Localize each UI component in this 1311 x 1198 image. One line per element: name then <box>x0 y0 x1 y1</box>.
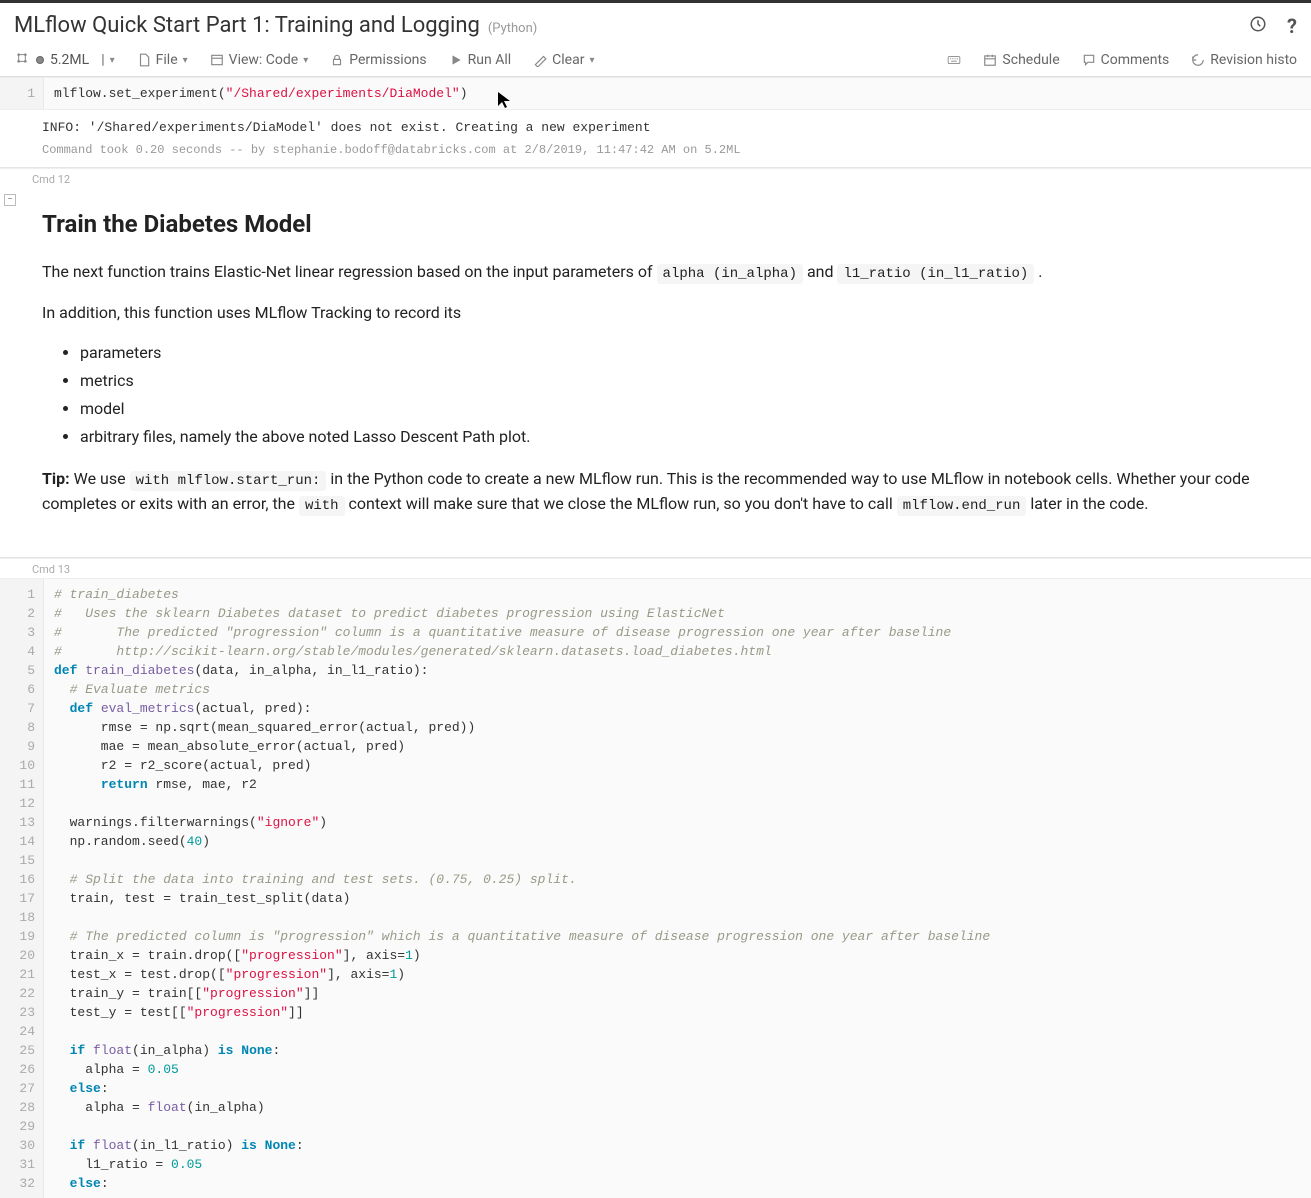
title-bar: MLflow Quick Start Part 1: Training and … <box>0 0 1311 46</box>
line-gutter: 1234567891011121314151617181920212223242… <box>0 579 44 1198</box>
cell-12: − Train the Diabetes Model The next func… <box>0 188 1311 558</box>
inline-code: mlflow.end_run <box>897 496 1027 516</box>
list-item: parameters <box>80 341 1269 365</box>
view-menu[interactable]: View: Code▾ <box>210 52 309 68</box>
notebook-title[interactable]: MLflow Quick Start Part 1: Training and … <box>14 13 480 38</box>
code-editor[interactable]: 1234567891011121314151617181920212223242… <box>0 578 1311 1198</box>
line-gutter: 1 <box>0 78 44 109</box>
tip-paragraph: Tip: We use with mlflow.start_run: in th… <box>42 467 1269 517</box>
markdown-content[interactable]: Train the Diabetes Model The next functi… <box>0 188 1311 557</box>
list-item: arbitrary files, namely the above noted … <box>80 425 1269 449</box>
permissions-button[interactable]: Permissions <box>330 52 426 68</box>
cell-output: INFO: '/Shared/experiments/DiaModel' doe… <box>0 110 1311 139</box>
cell-11: 1 mlflow.set_experiment("/Shared/experim… <box>0 77 1311 168</box>
toolbar: 5.2ML | ▾ File▾ View: Code▾ Permissions … <box>0 46 1311 77</box>
code-body[interactable]: mlflow.set_experiment("/Shared/experimen… <box>44 78 1311 109</box>
section-heading: Train the Diabetes Model <box>42 206 1269 242</box>
cell-meta: Command took 0.20 seconds -- by stephani… <box>0 139 1311 167</box>
inline-code: l1_ratio (in_l1_ratio) <box>837 264 1034 284</box>
schedule-button[interactable]: Schedule <box>983 52 1059 68</box>
tip-label: Tip: <box>42 469 70 488</box>
inline-code: with <box>299 496 345 516</box>
status-dot <box>36 56 44 64</box>
clear-menu[interactable]: Clear▾ <box>533 52 594 68</box>
clock-icon[interactable] <box>1249 15 1267 37</box>
paragraph: The next function trains Elastic-Net lin… <box>42 260 1269 285</box>
attach-icon <box>14 50 30 70</box>
run-all-button[interactable]: Run All <box>449 52 512 68</box>
paragraph: In addition, this function uses MLflow T… <box>42 301 1269 325</box>
cmd-label-13: Cmd 13 <box>0 558 1311 578</box>
revision-history-button[interactable]: Revision histo <box>1191 52 1297 68</box>
cell-13: 1234567891011121314151617181920212223242… <box>0 578 1311 1198</box>
collapse-toggle[interactable]: − <box>4 194 16 206</box>
cluster-attach[interactable]: 5.2ML <box>14 50 89 70</box>
detach-dropdown[interactable]: | ▾ <box>101 52 114 68</box>
list-item: model <box>80 397 1269 421</box>
help-icon[interactable]: ? <box>1287 14 1297 38</box>
file-menu[interactable]: File▾ <box>137 52 188 68</box>
comments-button[interactable]: Comments <box>1082 52 1170 68</box>
inline-code: alpha (in_alpha) <box>657 264 803 284</box>
code-body[interactable]: # train_diabetes# Uses the sklearn Diabe… <box>44 579 1311 1198</box>
cmd-label-12: Cmd 12 <box>0 168 1311 188</box>
code-editor[interactable]: 1 mlflow.set_experiment("/Shared/experim… <box>0 77 1311 110</box>
inline-code: with mlflow.start_run: <box>130 471 327 491</box>
cluster-name: 5.2ML <box>50 52 89 68</box>
list-item: metrics <box>80 369 1269 393</box>
notebook-language: (Python) <box>488 21 537 36</box>
keyboard-icon[interactable] <box>947 53 961 67</box>
bullet-list: parameters metrics model arbitrary files… <box>80 341 1269 449</box>
